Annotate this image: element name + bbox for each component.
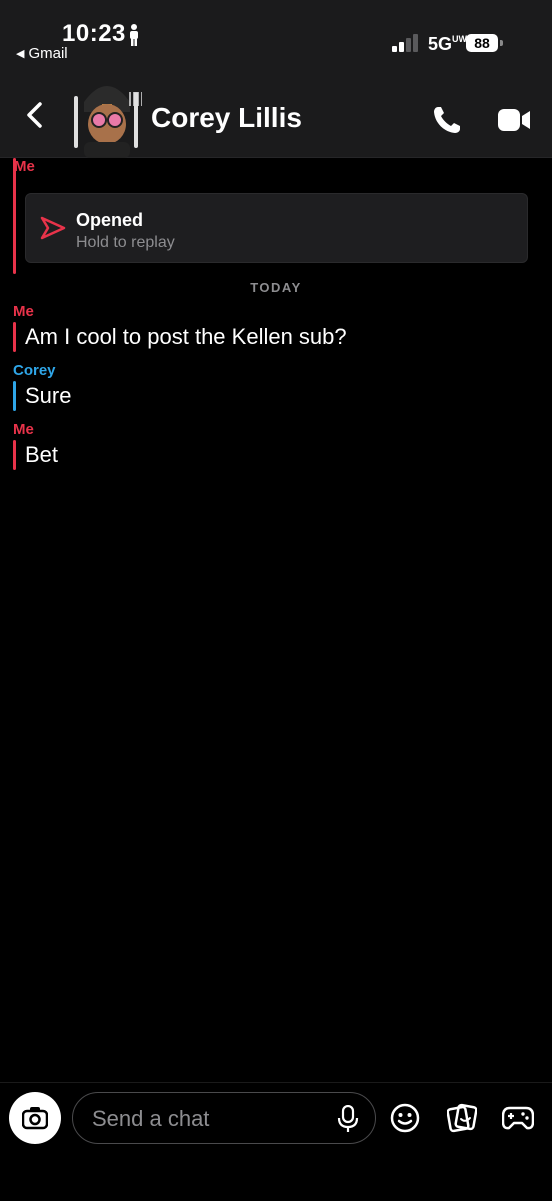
message-bubble[interactable]: Am I cool to post the Kellen sub? — [13, 322, 552, 352]
status-bar: 10:23 ◀ Gmail 5GUW 88 — [0, 0, 552, 70]
video-icon[interactable] — [498, 107, 530, 133]
chat-header: Corey Lillis — [0, 70, 552, 158]
network-type: 5GUW — [428, 34, 467, 55]
signal-icon — [392, 34, 418, 52]
emoji-icon[interactable] — [390, 1103, 420, 1133]
message-bubble[interactable]: Sure — [13, 381, 552, 411]
snap-hint: Hold to replay — [76, 234, 175, 251]
network-label: 5G — [428, 34, 453, 54]
sender-label: Corey — [13, 362, 56, 379]
snap-status: Opened — [76, 210, 144, 230]
contact-name[interactable]: Corey Lillis — [151, 102, 302, 134]
back-app-label: Gmail — [28, 45, 68, 62]
chat-input-placeholder: Send a chat — [92, 1106, 210, 1131]
back-chevron-icon[interactable] — [22, 100, 48, 130]
battery-tip — [500, 40, 503, 46]
game-controller-icon[interactable] — [502, 1105, 534, 1131]
phone-icon[interactable] — [432, 105, 462, 135]
clock: 10:23 — [62, 20, 126, 47]
avatar[interactable] — [72, 72, 142, 158]
me-bar — [13, 322, 16, 352]
message-text: Sure — [25, 383, 72, 408]
snap-card[interactable]: Opened Hold to replay — [25, 193, 528, 263]
battery-level: 88 — [466, 34, 498, 52]
sticker-icon[interactable] — [447, 1103, 477, 1133]
sender-label: Me — [13, 421, 34, 438]
snap-message: Me Opened Hold to replay — [13, 158, 552, 274]
send-arrow-icon — [40, 216, 66, 240]
back-to-app-link[interactable]: ◀ Gmail — [16, 45, 68, 62]
chat-input[interactable]: Send a chat — [72, 1092, 376, 1144]
message-bubble[interactable]: Bet — [13, 440, 552, 470]
me-bar — [13, 440, 16, 470]
them-bar — [13, 381, 16, 411]
back-triangle-icon: ◀ — [16, 48, 25, 60]
message-list: Me Opened Hold to replay TODAY Me Am I c… — [0, 158, 552, 470]
camera-button[interactable] — [9, 1092, 61, 1144]
microphone-icon[interactable] — [337, 1105, 359, 1133]
person-icon — [130, 24, 138, 46]
message-text: Bet — [25, 442, 59, 467]
day-separator: TODAY — [250, 280, 302, 295]
battery-indicator: 88 — [466, 34, 503, 52]
sender-label: Me — [14, 158, 35, 175]
message-text: Am I cool to post the Kellen sub? — [25, 324, 347, 349]
sender-label: Me — [13, 303, 34, 320]
composer-bar: Send a chat — [0, 1082, 552, 1201]
message-group: Me Am I cool to post the Kellen sub? Cor… — [0, 303, 552, 470]
me-bar — [13, 158, 16, 274]
network-sup: UW — [452, 34, 468, 44]
camera-icon — [22, 1107, 48, 1130]
